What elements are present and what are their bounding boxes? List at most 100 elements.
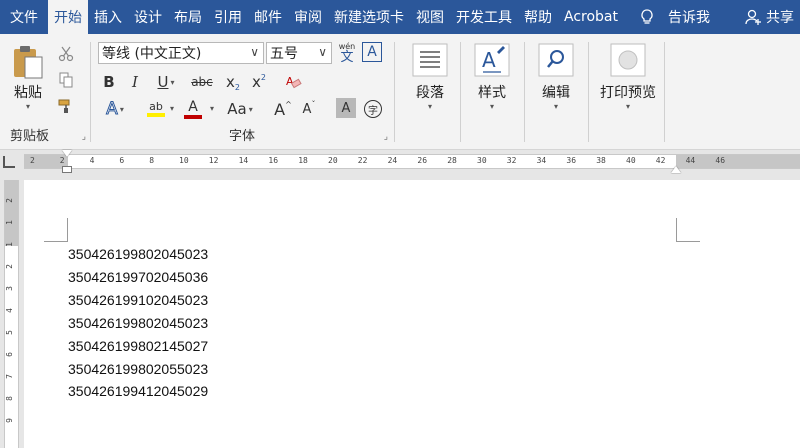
grow-font-button[interactable]: A ^ <box>272 98 294 120</box>
ruler-number: 8 <box>149 156 155 165</box>
subscript-marker: 2 <box>234 82 240 92</box>
tab-help[interactable]: 帮助 <box>518 0 558 34</box>
highlight-color-button[interactable]: ab <box>138 98 174 120</box>
vertical-ruler-number: 9 <box>4 418 14 423</box>
bold-button[interactable]: B <box>100 72 118 92</box>
format-painter-button[interactable] <box>56 96 76 116</box>
vertical-ruler-number: 8 <box>4 396 14 401</box>
shrink-font-glyph: A <box>302 101 312 117</box>
document-line[interactable]: 350426199702045036 <box>68 269 208 285</box>
document-line[interactable]: 350426199802145027 <box>68 338 208 354</box>
tab-review[interactable]: 审阅 <box>288 0 328 34</box>
font-dialog-launcher[interactable]: ⌟ <box>384 132 388 142</box>
font-size-value: 五号 <box>270 46 298 62</box>
character-shading-button[interactable]: A <box>336 98 356 118</box>
change-case-dropdown-arrow[interactable]: ▾ <box>249 105 253 114</box>
character-border-button[interactable]: A <box>362 42 382 62</box>
tell-me-box[interactable]: 告诉我 <box>624 0 716 34</box>
print-preview-dropdown-arrow[interactable]: ▾ <box>626 102 630 111</box>
styles-dropdown-arrow[interactable]: ▾ <box>490 102 494 111</box>
right-indent-marker[interactable] <box>671 166 681 173</box>
vertical-ruler[interactable]: 2 1 1 2 3 4 5 6 7 8 9 <box>0 174 24 448</box>
editing-dropdown-arrow[interactable]: ▾ <box>554 102 558 111</box>
copy-button[interactable] <box>56 70 76 90</box>
tab-new-tab[interactable]: 新建选项卡 <box>328 0 410 34</box>
superscript-button[interactable]: x2 <box>248 72 270 92</box>
tab-selector[interactable] <box>3 156 15 168</box>
change-case-button[interactable]: Aa ▾ <box>222 98 258 120</box>
highlight-dropdown-arrow[interactable]: ▾ <box>170 104 174 113</box>
font-color-button[interactable]: A <box>180 98 206 120</box>
font-group: 等线 (中文正文) ∨ 五号 ∨ wén 文 A B I U ▾ abc x 2… <box>92 38 392 146</box>
clipboard-dialog-launcher[interactable]: ⌟ <box>82 132 86 142</box>
document-line[interactable]: 350426199802045023 <box>68 315 208 331</box>
font-color-swatch <box>184 114 202 119</box>
chevron-down-icon: ∨ <box>318 45 327 59</box>
font-family-combo[interactable]: 等线 (中文正文) ∨ <box>98 42 264 64</box>
document-line[interactable]: 350426199412045029 <box>68 383 208 399</box>
phonetic-guide-button[interactable]: wén 文 <box>336 40 358 66</box>
document-line[interactable]: 350426199102045023 <box>68 292 208 308</box>
vertical-ruler-strip: 2 1 1 2 3 4 5 6 7 8 9 <box>4 180 19 448</box>
ruler-number: 32 <box>506 156 517 165</box>
clear-formatting-button[interactable]: A <box>282 72 304 92</box>
tab-insert[interactable]: 插入 <box>88 0 128 34</box>
shrink-font-button[interactable]: Aˇ <box>298 98 320 120</box>
tab-design[interactable]: 设计 <box>128 0 168 34</box>
paste-dropdown-arrow[interactable]: ▾ <box>26 102 30 111</box>
tab-mailings[interactable]: 邮件 <box>248 0 288 34</box>
horizontal-ruler[interactable]: 2 2 4 6 8 10 12 14 16 18 20 22 24 26 28 30 32 34 36 38 40 42 4… <box>0 150 800 174</box>
ruler-number: 24 <box>387 156 398 165</box>
ruler-number: 42 <box>655 156 666 165</box>
tab-view[interactable]: 视图 <box>410 0 450 34</box>
font-size-combo[interactable]: 五号 ∨ <box>266 42 332 64</box>
superscript-marker: 2 <box>260 72 266 82</box>
font-family-value: 等线 (中文正文) <box>102 46 202 62</box>
ruler-number: 16 <box>268 156 279 165</box>
character-shading-glyph: A <box>341 100 351 116</box>
paste-button[interactable]: 粘贴 ▾ <box>8 44 48 111</box>
document-line[interactable]: 350426199802045023 <box>68 246 208 262</box>
tab-file[interactable]: 文件 <box>0 0 48 34</box>
paragraph-button[interactable]: 段落 ▾ <box>408 42 452 111</box>
text-effects-glyph: A <box>106 99 119 120</box>
horizontal-ruler-strip: 2 2 4 6 8 10 12 14 16 18 20 22 24 26 28 30 32 34 36 38 40 42 4… <box>24 154 800 169</box>
vertical-ruler-number: 3 <box>4 286 14 291</box>
ribbon-tab-bar: 文件 开始 插入 设计 布局 引用 邮件 审阅 新建选项卡 视图 开发工具 帮助… <box>0 0 800 34</box>
tab-layout[interactable]: 布局 <box>168 0 208 34</box>
group-separator <box>394 42 395 142</box>
font-color-dropdown-arrow[interactable]: ▾ <box>210 104 214 113</box>
enclose-characters-button[interactable]: 字 <box>362 98 384 120</box>
underline-dropdown-arrow[interactable]: ▾ <box>170 78 174 87</box>
ruler-number: 36 <box>566 156 577 165</box>
ruler-number: 34 <box>536 156 547 165</box>
highlight-color-swatch <box>147 113 165 117</box>
paintbrush-icon <box>58 99 70 113</box>
document-page[interactable]: 350426199802045023 350426199702045036 3504… <box>24 180 800 448</box>
styles-button[interactable]: A 样式 ▾ <box>470 42 514 111</box>
tab-acrobat[interactable]: Acrobat <box>558 0 624 34</box>
editing-button[interactable]: 编辑 ▾ <box>534 42 578 111</box>
font-group-label: 字体 <box>228 129 255 144</box>
paragraph-dropdown-arrow[interactable]: ▾ <box>428 102 432 111</box>
first-line-indent-marker[interactable] <box>62 150 72 157</box>
text-effects-dropdown-arrow[interactable]: ▾ <box>120 105 124 114</box>
underline-button[interactable]: U ▾ <box>152 72 180 92</box>
strikethrough-button[interactable]: abc <box>188 72 216 92</box>
italic-button[interactable]: I <box>126 72 144 92</box>
share-button[interactable]: 共享 <box>738 0 800 34</box>
tab-developer[interactable]: 开发工具 <box>450 0 518 34</box>
print-preview-button[interactable]: 打印预览 ▾ <box>596 42 660 111</box>
document-line[interactable]: 350426199802055023 <box>68 361 208 377</box>
grow-font-glyph: A <box>274 99 286 119</box>
group-separator <box>588 42 589 142</box>
tab-home[interactable]: 开始 <box>48 0 88 34</box>
print-preview-icon <box>610 43 646 77</box>
hanging-indent-marker[interactable] <box>62 166 72 173</box>
ruler-number: 44 <box>685 156 696 165</box>
tab-references[interactable]: 引用 <box>208 0 248 34</box>
text-effects-button[interactable]: A ▾ <box>98 98 132 120</box>
cut-button[interactable] <box>56 44 76 64</box>
copy-icon <box>59 72 73 88</box>
subscript-button[interactable]: x2 <box>222 72 244 92</box>
